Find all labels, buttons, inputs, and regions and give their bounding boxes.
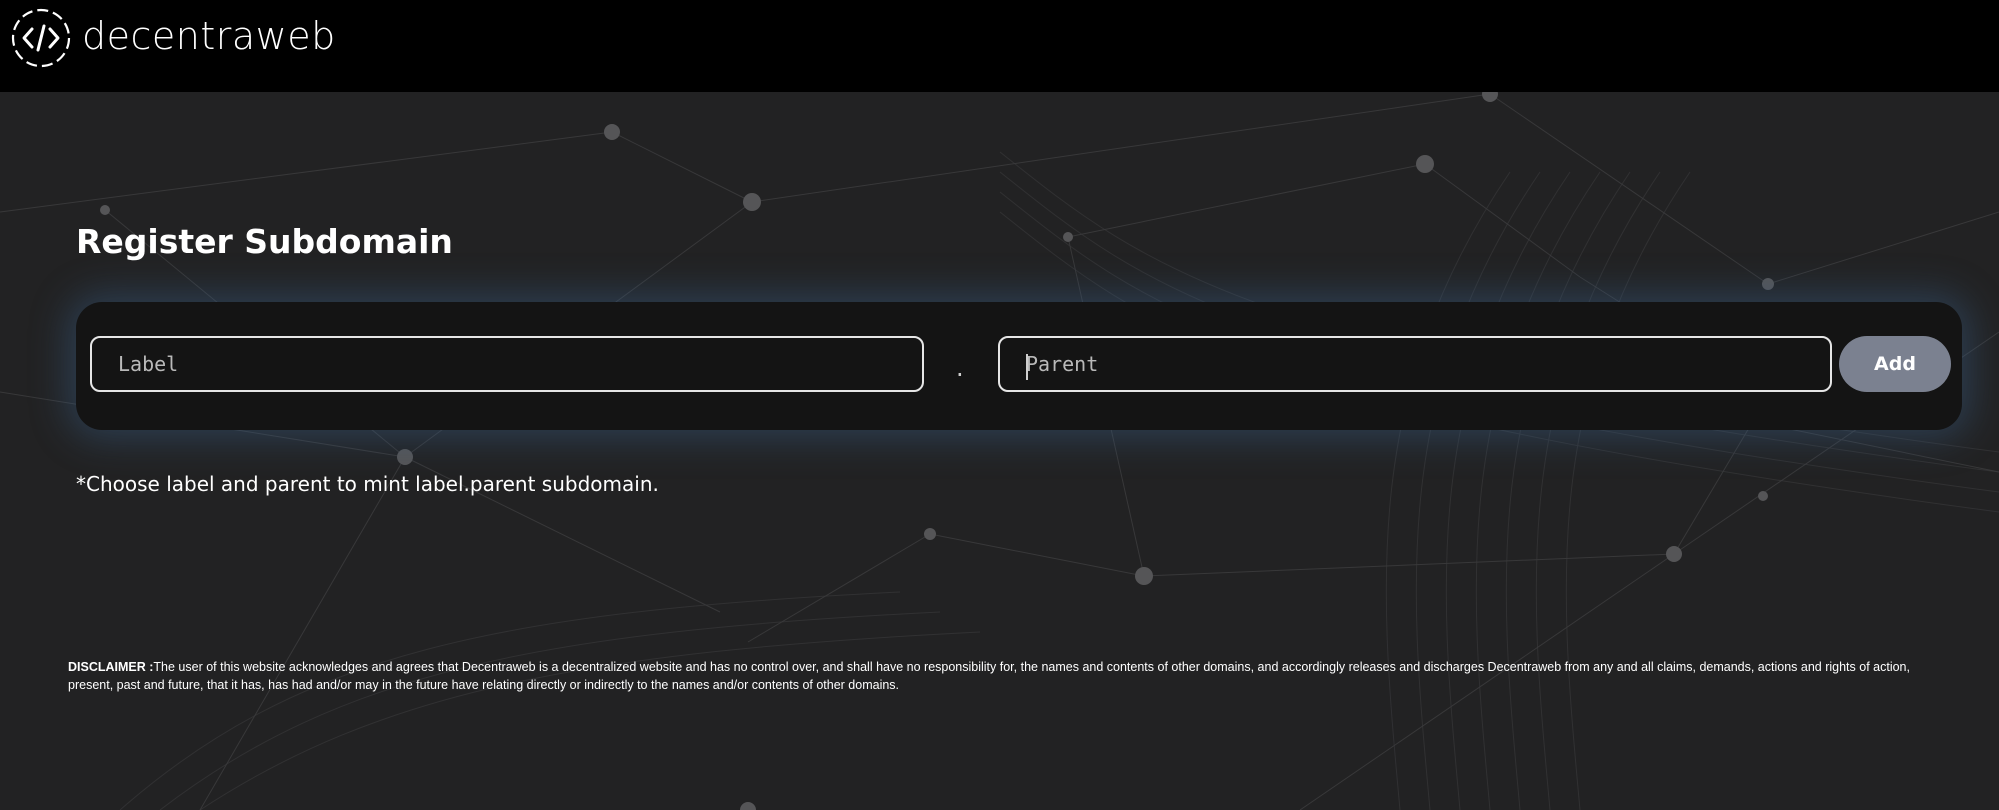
brand-logo-link[interactable]: decentraweb [6,4,336,72]
disclaimer: DISCLAIMER :The user of this website ack… [68,658,1948,694]
mint-hint-text: *Choose label and parent to mint label.p… [76,472,659,496]
add-button[interactable]: Add [1839,336,1951,392]
code-brackets-icon [11,8,71,68]
label-input[interactable] [90,336,924,392]
disclaimer-text: The user of this website acknowledges an… [68,660,1910,692]
subdomain-form: . Add [76,302,1962,430]
text-cursor [1026,354,1028,380]
disclaimer-heading: DISCLAIMER : [68,660,154,674]
parent-input[interactable] [998,336,1832,392]
page-title: Register Subdomain [76,222,453,261]
top-bar: decentraweb [0,0,1999,92]
register-subdomain-section: Register Subdomain . Add *Choose label a… [0,92,1999,810]
page: decentraweb Register Subdomain Label . P… [0,0,1999,810]
brand-name: decentraweb [82,14,336,58]
dot-separator: . [956,354,964,382]
